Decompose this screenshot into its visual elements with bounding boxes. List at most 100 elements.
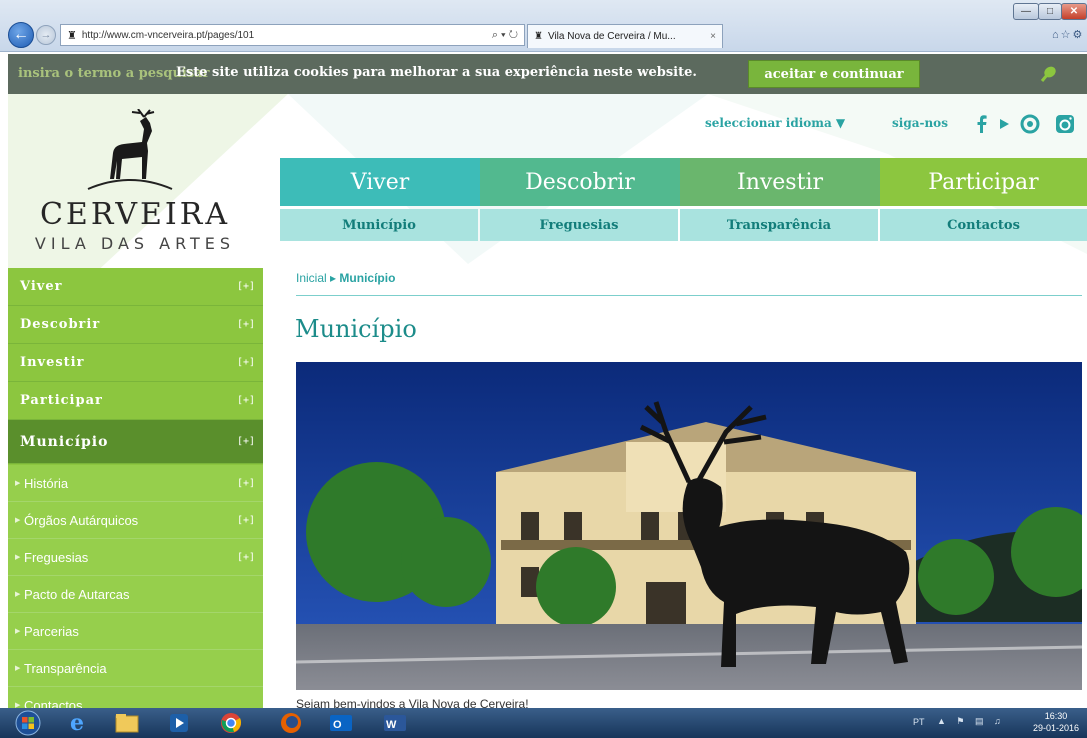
language-selector[interactable]: seleccionar idioma ▼ [705, 116, 845, 130]
bullet-arrow-icon: ▶ [15, 554, 21, 561]
tab-favicon-icon: ♜ [534, 31, 543, 42]
firefox-taskbar-icon[interactable] [272, 711, 310, 735]
sidebar-subitem-label: Parcerias [24, 623, 79, 639]
facebook-icon[interactable] [972, 114, 992, 134]
sub-nav-municipio[interactable]: Município [280, 209, 478, 241]
sidebar: Viver [+] Descobrir [+] Investir [+] Par… [8, 268, 263, 708]
address-controls[interactable]: ⌕ ▾ ↻ [492, 29, 524, 42]
tab-close-icon[interactable]: × [710, 31, 722, 42]
back-arrow-icon[interactable]: ← [8, 22, 34, 48]
site-favicon-icon: ♜ [67, 29, 77, 42]
sidebar-subitem-contactos[interactable]: ▶ Contactos [8, 687, 263, 708]
youtube-icon[interactable] [994, 114, 1014, 134]
expand-toggle[interactable]: [+] [237, 281, 255, 292]
home-star-gear-icons[interactable]: ⌂☆⚙ [1052, 28, 1084, 41]
sidebar-item-participar[interactable]: Participar [+] [8, 382, 263, 420]
main-nav-label: Viver [350, 169, 410, 195]
tab-title: Vila Nova de Cerveira / Mu... [547, 31, 676, 42]
sidebar-item-label: Participar [20, 393, 103, 408]
breadcrumb: Inicial ▸ Município [296, 271, 395, 285]
expand-toggle[interactable]: [+] [237, 395, 255, 406]
sidebar-item-municipio-active[interactable]: Município [+] [8, 420, 263, 464]
bullet-arrow-icon: ▶ [15, 480, 21, 487]
start-button-icon[interactable] [8, 710, 48, 736]
search-icon[interactable] [1036, 62, 1060, 86]
taskbar: e O W PT ▲ ⚑ ▤ ♫ 16:30 29-01-2016 [0, 708, 1087, 738]
media-player-taskbar-icon[interactable] [160, 711, 198, 735]
sub-nav-label: Freguesias [539, 217, 619, 233]
sidebar-subitem-label: Freguesias [24, 549, 89, 565]
expand-toggle[interactable]: [+] [237, 319, 255, 330]
tray-icons[interactable]: ▲ ⚑ ▤ ♫ [937, 716, 1005, 727]
logo-name: CERVEIRA [39, 197, 231, 232]
instagram-icon[interactable] [1055, 114, 1075, 134]
expand-toggle[interactable]: [+] [237, 552, 255, 563]
main-nav-viver[interactable]: Viver [280, 158, 480, 206]
sub-nav-transparencia[interactable]: Transparência [680, 209, 878, 241]
minimize-icon[interactable]: — [1013, 3, 1039, 20]
sidebar-subitem-transparencia[interactable]: ▶ Transparência [8, 650, 263, 687]
bullet-arrow-icon: ▶ [15, 517, 21, 524]
sidebar-item-label: Município [20, 433, 109, 450]
word-taskbar-icon[interactable]: W [376, 711, 414, 735]
cookie-message: Este site utiliza cookies para melhorar … [176, 65, 697, 80]
sidebar-item-label: Investir [20, 355, 85, 370]
sub-nav-label: Transparência [726, 217, 832, 233]
sidebar-item-label: Descobrir [20, 317, 101, 332]
hero-image [296, 362, 1082, 690]
main-nav-participar[interactable]: Participar [880, 158, 1087, 206]
page-title: Município [295, 315, 417, 343]
tripadvisor-icon[interactable] [1020, 114, 1040, 134]
follow-label: siga-nos [892, 116, 948, 130]
sidebar-item-label: Viver [20, 279, 63, 294]
forward-arrow-icon[interactable]: → [36, 25, 56, 45]
main-nav-label: Descobrir [525, 169, 635, 195]
main-nav-descobrir[interactable]: Descobrir [480, 158, 680, 206]
breadcrumb-home-link[interactable]: Inicial [296, 271, 327, 285]
clock-time: 16:30 [1044, 711, 1068, 721]
outlook-taskbar-icon[interactable]: O [322, 711, 360, 735]
breadcrumb-current: Município [339, 271, 396, 285]
maximize-icon[interactable]: □ [1038, 3, 1062, 20]
clock-date: 29-01-2016 [1032, 723, 1080, 733]
sub-nav-contactos[interactable]: Contactos [880, 209, 1087, 241]
svg-text:O: O [333, 719, 342, 731]
expand-toggle[interactable]: [+] [237, 478, 255, 489]
sub-nav-label: Contactos [947, 217, 1020, 233]
accept-cookies-button[interactable]: aceitar e continuar [748, 60, 920, 88]
address-bar[interactable]: ♜ http://www.cm-vncerveira.pt/pages/101 … [60, 24, 525, 46]
sidebar-subitem-parcerias[interactable]: ▶ Parcerias [8, 613, 263, 650]
expand-toggle[interactable]: [+] [237, 357, 255, 368]
sidebar-subitem-pacto[interactable]: ▶ Pacto de Autarcas [8, 576, 263, 613]
chrome-taskbar-icon[interactable] [212, 711, 250, 735]
bullet-arrow-icon: ▶ [15, 665, 21, 672]
ie-taskbar-icon[interactable]: e [58, 710, 96, 736]
bullet-arrow-icon: ▶ [15, 702, 21, 708]
sidebar-subitem-label: Pacto de Autarcas [24, 586, 130, 602]
sidebar-item-investir[interactable]: Investir [+] [8, 344, 263, 382]
sidebar-subitem-label: Transparência [24, 660, 107, 676]
tray-language[interactable]: PT [913, 717, 925, 727]
sidebar-subitem-orgaos[interactable]: ▶ Órgãos Autárquicos [+] [8, 502, 263, 539]
deer-logo-icon [87, 109, 173, 190]
explorer-taskbar-icon[interactable] [108, 711, 146, 735]
logo-tagline: VILA DAS ARTES [34, 234, 236, 253]
expand-toggle[interactable]: [+] [237, 436, 255, 447]
sidebar-subitem-label: Órgãos Autárquicos [24, 512, 139, 528]
browser-tab[interactable]: ♜ Vila Nova de Cerveira / Mu... × [527, 24, 723, 48]
expand-toggle[interactable]: [+] [237, 515, 255, 526]
browser-chrome: ← → ♜ http://www.cm-vncerveira.pt/pages/… [0, 0, 1087, 52]
address-url[interactable]: http://www.cm-vncerveira.pt/pages/101 [82, 30, 254, 41]
close-icon[interactable]: ✕ [1061, 3, 1087, 20]
sidebar-item-descobrir[interactable]: Descobrir [+] [8, 306, 263, 344]
sub-nav-freguesias[interactable]: Freguesias [480, 209, 678, 241]
main-nav-investir[interactable]: Investir [680, 158, 880, 206]
sidebar-subitem-freguesias[interactable]: ▶ Freguesias [+] [8, 539, 263, 576]
sidebar-subitem-label: História [24, 475, 69, 491]
bullet-arrow-icon: ▶ [15, 628, 21, 635]
page-content: CERVEIRA VILA DAS ARTES seleccionar idio… [8, 94, 1087, 708]
sidebar-item-viver[interactable]: Viver [+] [8, 268, 263, 306]
sidebar-subitem-historia[interactable]: ▶ História [+] [8, 465, 263, 502]
sidebar-subitem-label: Contactos [24, 697, 83, 709]
tray-clock[interactable]: 16:30 29-01-2016 [1028, 710, 1084, 734]
